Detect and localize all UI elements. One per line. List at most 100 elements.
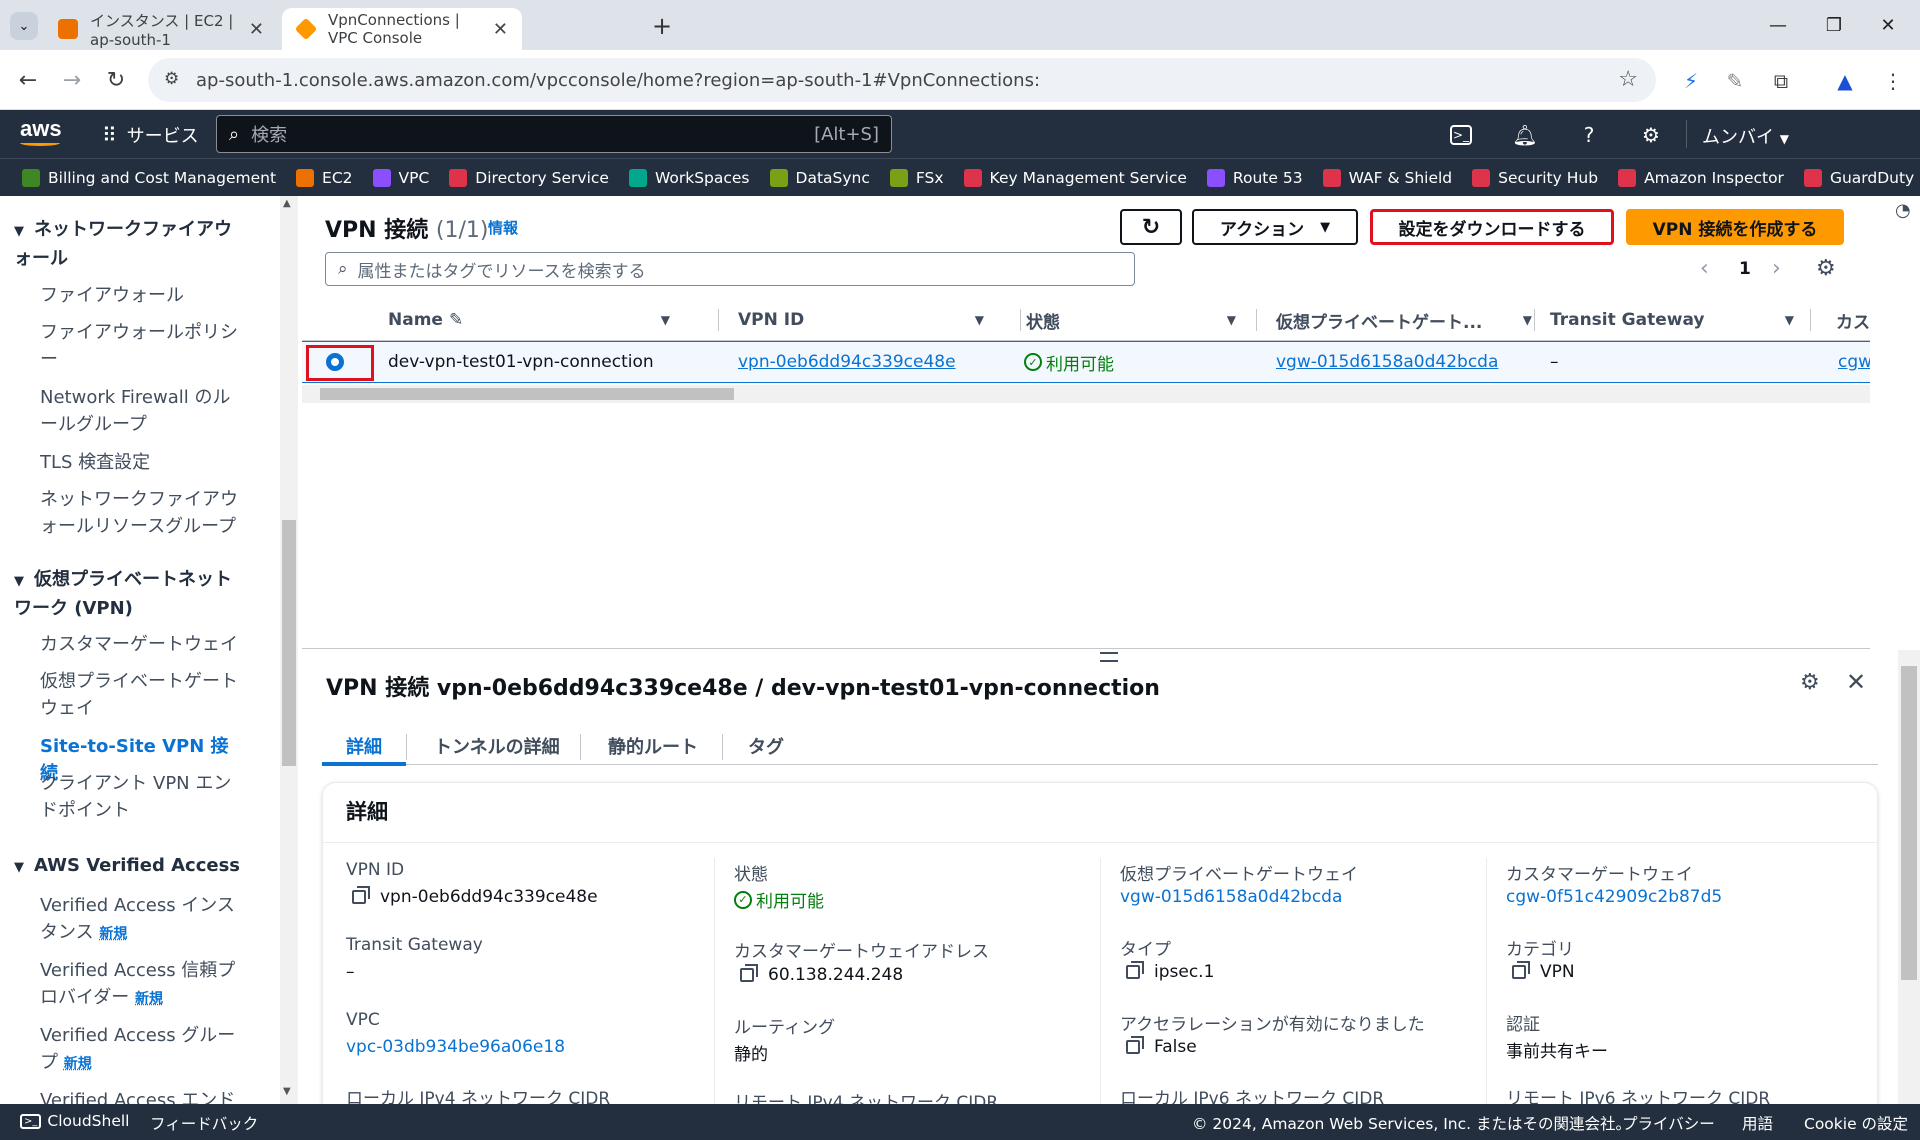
previous-page-icon[interactable]: ‹ [1700,256,1709,281]
column-state[interactable]: 状態 ▼ [1026,299,1254,341]
column-vpn-id[interactable]: VPN ID ▼ [738,299,1002,341]
info-panel-toggle-icon[interactable]: ◔ [1895,200,1917,222]
puzzle-extensions-icon[interactable]: ⧉ [1766,66,1796,96]
favorite-inspector[interactable]: Amazon Inspector [1618,168,1784,187]
column-transit-gateway[interactable]: Transit Gateway ▼ [1550,299,1812,341]
cloudshell-icon[interactable]: >_ [1450,125,1472,145]
nav-item-customer-gateways[interactable]: カスタマーゲートウェイ [40,631,240,658]
sort-icon[interactable]: ▼ [975,313,984,327]
value-customer-gateway[interactable]: cgw-0f51c42909c2b87d5 [1506,887,1722,907]
resource-filter-input[interactable]: ⌕ 属性またはタグでリソースを検索する [325,252,1135,286]
cloudshell-link[interactable]: >_ CloudShell [20,1112,129,1130]
site-info-icon[interactable]: ⚙ [164,69,179,89]
cell-cgw[interactable]: cgw [1838,342,1870,382]
sidebar-scroll-thumb[interactable] [282,520,296,766]
sort-icon[interactable]: ▼ [1523,313,1532,327]
favorite-route53[interactable]: Route 53 [1206,168,1303,187]
back-icon[interactable]: ← [10,62,46,98]
aws-logo[interactable]: aws [20,116,62,142]
lightning-extension-icon[interactable]: ⚡ [1676,66,1706,96]
refresh-button[interactable]: ↻ [1120,209,1182,245]
nav-item-va-groups[interactable]: Verified Access グループ 新規 [40,1022,240,1078]
scroll-up-icon[interactable]: ▲ [283,198,291,209]
current-page[interactable]: 1 [1739,259,1751,279]
panel-preferences-icon[interactable]: ⚙ [1800,670,1820,695]
cell-vgw[interactable]: vgw-015d6158a0d42bcda [1276,342,1498,382]
address-bar[interactable]: ⚙ ap-south-1.console.aws.amazon.com/vpcc… [148,58,1656,102]
forward-icon[interactable]: → [54,62,90,98]
terms-link[interactable]: 用語 [1742,1112,1773,1134]
profile-icon[interactable]: ▲ [1830,66,1860,96]
nav-item-va-instances[interactable]: Verified Access インスタンス 新規 [40,892,240,948]
close-tab-icon[interactable]: ✕ [493,19,508,40]
help-icon[interactable]: ? [1576,122,1602,148]
table-row[interactable]: dev-vpn-test01-vpn-connection vpn-0eb6dd… [302,341,1870,383]
favorite-datasync[interactable]: DataSync [769,168,870,187]
cell-vpn-id[interactable]: vpn-0eb6dd94c339ce48e [738,342,956,382]
favorite-waf[interactable]: WAF & Shield [1322,168,1452,187]
window-close-icon[interactable]: ✕ [1868,10,1908,40]
cookie-preferences-link[interactable]: Cookie の設定 [1804,1112,1908,1134]
download-configuration-button[interactable]: 設定をダウンロードする [1370,209,1614,245]
favorite-billing[interactable]: Billing and Cost Management [22,168,276,187]
tab-static-routes[interactable]: 静的ルート [608,728,698,764]
actions-button[interactable]: アクション ▼ [1192,209,1358,245]
nav-item-resource-groups[interactable]: ネットワークファイアウォールリソースグループ [40,486,240,540]
restore-icon[interactable]: ❐ [1814,10,1854,40]
create-vpn-connection-button[interactable]: VPN 接続を作成する [1626,209,1844,245]
nav-item-va-trust-providers[interactable]: Verified Access 信頼プロバイダー 新規 [40,957,240,1013]
sort-icon[interactable]: ▼ [661,313,670,327]
browser-tab-ec2[interactable]: インスタンス | EC2 | ap-south-1 ✕ [44,8,278,50]
tab-tags[interactable]: タグ [748,728,784,764]
nav-section-network-firewall[interactable]: ▼ ネットワークファイアウォール [14,216,244,272]
nav-item-client-vpn-endpoints[interactable]: クライアント VPN エンドポイント [40,770,240,824]
favorite-directory-service[interactable]: Directory Service [449,168,609,187]
panel-scroll-thumb[interactable] [1901,666,1917,980]
browser-menu-icon[interactable]: ⋮ [1878,66,1908,96]
browser-tab-vpc[interactable]: VpnConnections | VPC Console ✕ [282,8,522,50]
feedback-link[interactable]: フィードバック [150,1112,258,1134]
nav-item-firewall[interactable]: ファイアウォール [40,282,240,309]
settings-icon[interactable]: ⚙ [1638,122,1664,148]
nav-section-verified-access[interactable]: ▼ AWS Verified Access [14,852,244,881]
favorite-ec2[interactable]: EC2 [296,168,353,187]
favorite-guardduty[interactable]: GuardDuty [1803,168,1914,187]
panel-close-icon[interactable]: ✕ [1846,668,1866,696]
region-selector[interactable]: ムンバイ ▼ [1702,123,1789,149]
favorite-fsx[interactable]: FSx [889,168,944,187]
nav-item-tls-inspection[interactable]: TLS 検査設定 [40,449,240,476]
column-vgw[interactable]: 仮想プライベートゲート... ▼ [1276,299,1536,341]
new-tab-icon[interactable]: + [652,12,672,40]
copy-icon[interactable] [1512,961,1530,979]
sort-icon[interactable]: ▼ [1227,313,1236,327]
notifications-icon[interactable]: 🔔︎ [1512,122,1538,148]
nav-item-rule-groups[interactable]: Network Firewall のルールグループ [40,384,240,438]
copy-icon[interactable] [740,964,758,982]
copy-icon[interactable] [1126,961,1144,979]
sort-icon[interactable]: ▼ [1785,313,1794,327]
favorite-vpc[interactable]: VPC [372,168,429,187]
nav-section-vpn[interactable]: ▼ 仮想プライベートネットワーク (VPN) [14,566,244,622]
copy-icon[interactable] [1126,1036,1144,1054]
tab-tunnel-details[interactable]: トンネルの詳細 [434,728,560,764]
resize-handle-icon[interactable] [1100,652,1118,662]
favorite-security-hub[interactable]: Security Hub [1472,168,1598,187]
copy-icon[interactable] [352,886,370,904]
nav-item-firewall-policy[interactable]: ファイアウォールポリシー [40,319,240,373]
favorite-workspaces[interactable]: WorkSpaces [628,168,750,187]
column-name[interactable]: Name ✎ ▼ [388,299,688,341]
bookmark-star-icon[interactable]: ☆ [1618,67,1638,92]
nav-item-va-endpoints[interactable]: Verified Access エンドポ [40,1087,240,1104]
value-virtual-private-gateway[interactable]: vgw-015d6158a0d42bcda [1120,887,1342,907]
table-scroll-thumb[interactable] [320,388,734,400]
tab-details[interactable]: 詳細 [346,728,382,764]
favorite-kms[interactable]: Key Management Service [963,168,1187,187]
scroll-down-icon[interactable]: ▼ [283,1086,291,1097]
privacy-link[interactable]: プライバシー [1622,1112,1715,1134]
services-menu[interactable]: ⠿ サービス [102,122,199,148]
reload-icon[interactable]: ↻ [98,62,134,98]
column-customer-gateway[interactable]: カス [1836,299,1870,341]
tab-list-button[interactable]: ⌄ [10,12,38,40]
close-tab-icon[interactable]: ✕ [249,19,264,40]
aws-search-input[interactable]: ⌕ 検索 [Alt+S] [216,115,892,153]
